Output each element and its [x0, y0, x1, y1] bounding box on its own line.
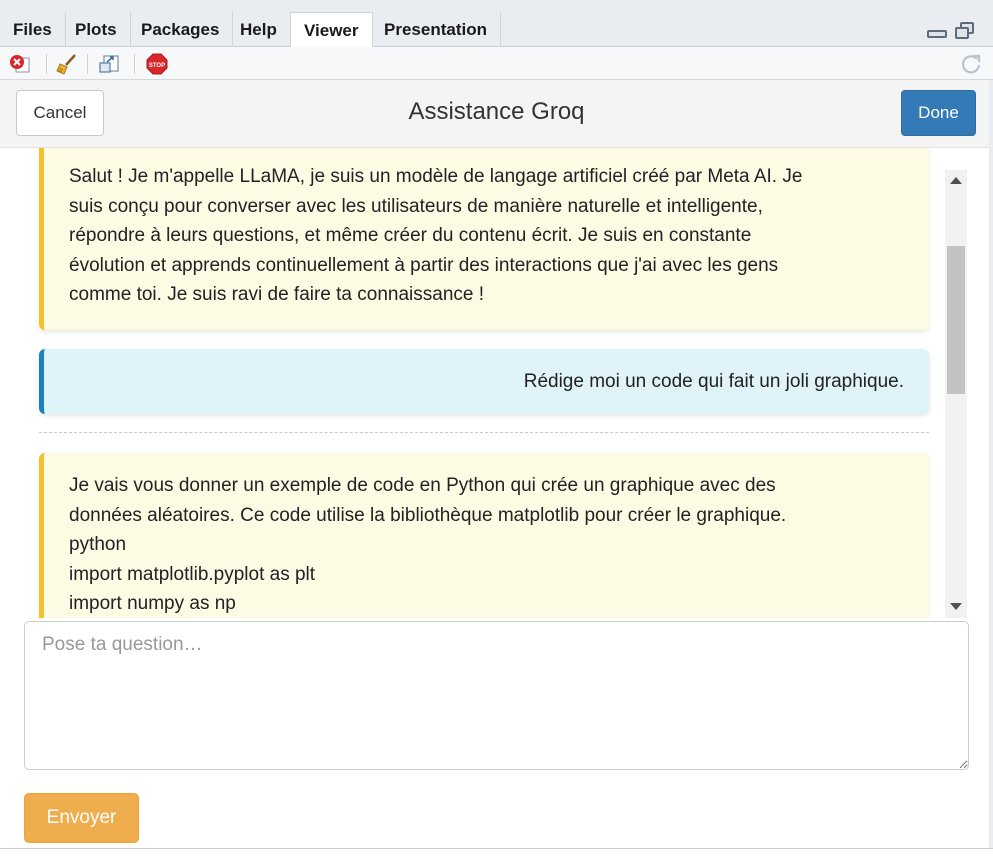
modal-header: Assistance Groq Cancel Done: [0, 80, 993, 148]
message-line: comme toi. Je suis ravi de faire ta conn…: [69, 284, 485, 305]
refresh-icon[interactable]: [960, 53, 982, 75]
pane-right-edge: [989, 80, 993, 850]
message-line: données aléatoires. Ce code utilise la b…: [69, 504, 787, 526]
send-button[interactable]: Envoyer: [24, 793, 139, 843]
message-line: évolution et apprends continuellement à …: [69, 254, 779, 276]
pane-bottom-edge: [0, 848, 993, 856]
message-line: import numpy as np: [69, 593, 236, 614]
message-line: import matplotlib.pyplot as plt: [69, 563, 316, 585]
done-button[interactable]: Done: [901, 90, 976, 136]
assistant-message: Salut ! Je m'appelle LLaMA, je suis un m…: [39, 148, 929, 330]
message-line: répondre à leurs questions, et même crée…: [69, 225, 752, 246]
message-divider: [39, 432, 929, 433]
chat-history[interactable]: Salut ! Je m'appelle LLaMA, je suis un m…: [0, 148, 993, 618]
stop-icon-label: STOP: [149, 63, 165, 69]
question-input[interactable]: [24, 621, 969, 770]
scroll-up-arrow-icon[interactable]: [950, 177, 962, 184]
broom-icon[interactable]: [56, 53, 78, 75]
scroll-down-arrow-icon[interactable]: [950, 603, 962, 610]
scrollbar-thumb[interactable]: [947, 246, 965, 394]
viewer-toolbar: STOP: [0, 47, 993, 80]
tab-files[interactable]: Files: [0, 12, 66, 47]
message-line: Rédige moi un code qui fait un joli grap…: [523, 371, 904, 392]
message-line: python: [69, 534, 127, 555]
maximize-pane-icon[interactable]: [955, 22, 975, 40]
tab-packages[interactable]: Packages: [128, 12, 234, 47]
cancel-button[interactable]: Cancel: [16, 90, 104, 136]
page-title: Assistance Groq: [408, 98, 585, 125]
tab-plots[interactable]: Plots: [62, 12, 131, 47]
close-viewer-icon[interactable]: [9, 53, 31, 75]
tab-help[interactable]: Help: [227, 12, 291, 47]
message-line: Salut ! Je m'appelle LLaMA, je suis un m…: [69, 166, 803, 187]
message-line: Je vais vous donner un exemple de code e…: [69, 475, 776, 496]
assistant-message: Je vais vous donner un exemple de code e…: [39, 453, 929, 618]
pane-tab-bar: Files Plots Packages Help Viewer Present…: [0, 0, 993, 48]
stop-icon[interactable]: STOP: [146, 53, 168, 75]
message-line: suis conçu pour converser avec les utili…: [69, 195, 763, 217]
tab-viewer[interactable]: Viewer: [290, 12, 373, 48]
user-message: Rédige moi un code qui fait un joli grap…: [39, 349, 929, 414]
tab-presentation[interactable]: Presentation: [371, 12, 501, 47]
pane-window-controls: [927, 22, 975, 40]
export-icon[interactable]: [98, 53, 120, 75]
chat-scrollbar[interactable]: [945, 170, 967, 618]
minimize-pane-icon[interactable]: [927, 30, 947, 38]
